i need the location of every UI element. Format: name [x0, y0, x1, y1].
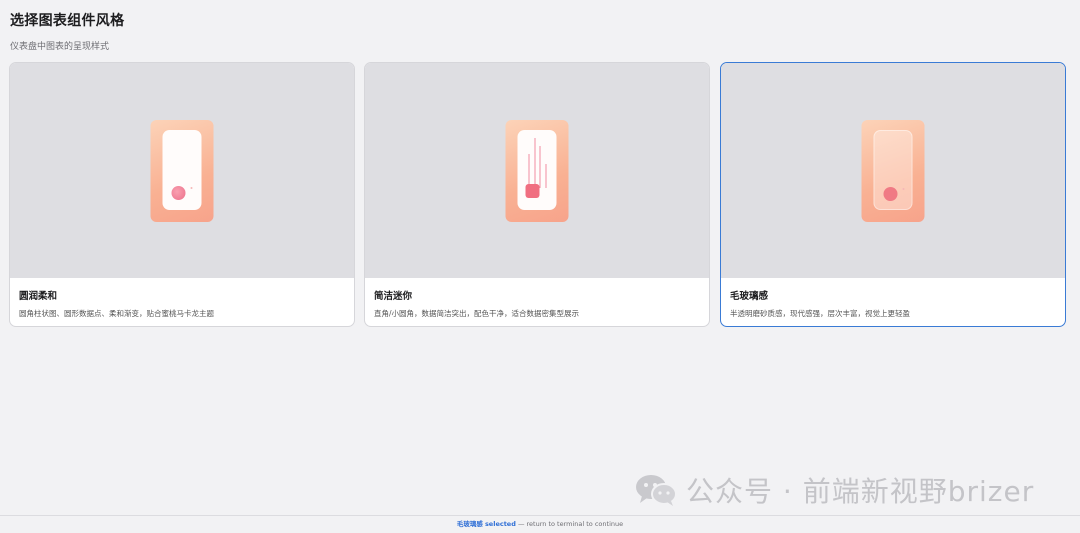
- selected-label: selected: [484, 520, 516, 528]
- phone-screen: [873, 130, 913, 210]
- style-option-rounded-soft[interactable]: 圆润柔和 圆角柱状图、圆形数据点、柔和渐变，贴合蜜桃马卡龙主题: [9, 62, 355, 327]
- option-preview: [721, 63, 1065, 278]
- footer-hint: — return to terminal to continue: [515, 520, 624, 528]
- wechat-icon: [634, 472, 678, 508]
- status-footer: 毛玻璃感 selected — return to terminal to co…: [0, 515, 1080, 532]
- option-description: 半透明磨砂质感，现代感强，层次丰富，视觉上更轻盈: [730, 309, 910, 318]
- selected-option-name: 毛玻璃感: [456, 520, 483, 528]
- page-subtitle: 仪表盘中图表的呈现样式: [10, 42, 110, 52]
- circle-data-point-icon: [883, 187, 898, 201]
- phone-mockup-icon: [150, 120, 214, 222]
- square-data-point-icon: [525, 184, 540, 198]
- page-title: 选择图表组件风格: [10, 13, 125, 29]
- option-preview: [10, 63, 354, 278]
- mini-bar-chart-icon: [527, 138, 551, 188]
- option-description: 直角/小圆角，数据简洁突出，配色干净，适合数据密集型展示: [374, 309, 580, 318]
- watermark: 公众号 · 前端新视野brizer: [634, 470, 1034, 510]
- style-option-minimal[interactable]: 简洁迷你 直角/小圆角，数据简洁突出，配色干净，适合数据密集型展示: [364, 62, 710, 327]
- option-name: 简洁迷你: [374, 291, 413, 302]
- phone-mockup-icon: [861, 120, 925, 222]
- page-header: 选择图表组件风格 仪表盘中图表的呈现样式: [10, 10, 124, 52]
- option-name: 毛玻璃感: [730, 291, 769, 302]
- watermark-text: 公众号 · 前端新视野brizer: [686, 475, 1035, 508]
- circle-data-point-icon: [171, 186, 186, 200]
- phone-screen: [162, 130, 202, 210]
- phone-mockup-icon: [505, 120, 569, 222]
- phone-screen: [517, 130, 557, 210]
- option-preview: [365, 63, 709, 278]
- style-option-frosted-glass[interactable]: 毛玻璃感 半透明磨砂质感，现代感强，层次丰富，视觉上更轻盈: [720, 62, 1066, 327]
- sparkle-icon: [190, 187, 193, 189]
- option-name: 圆润柔和: [19, 291, 58, 302]
- sparkle-icon: [902, 188, 905, 190]
- option-description: 圆角柱状图、圆形数据点、柔和渐变，贴合蜜桃马卡龙主题: [19, 309, 214, 318]
